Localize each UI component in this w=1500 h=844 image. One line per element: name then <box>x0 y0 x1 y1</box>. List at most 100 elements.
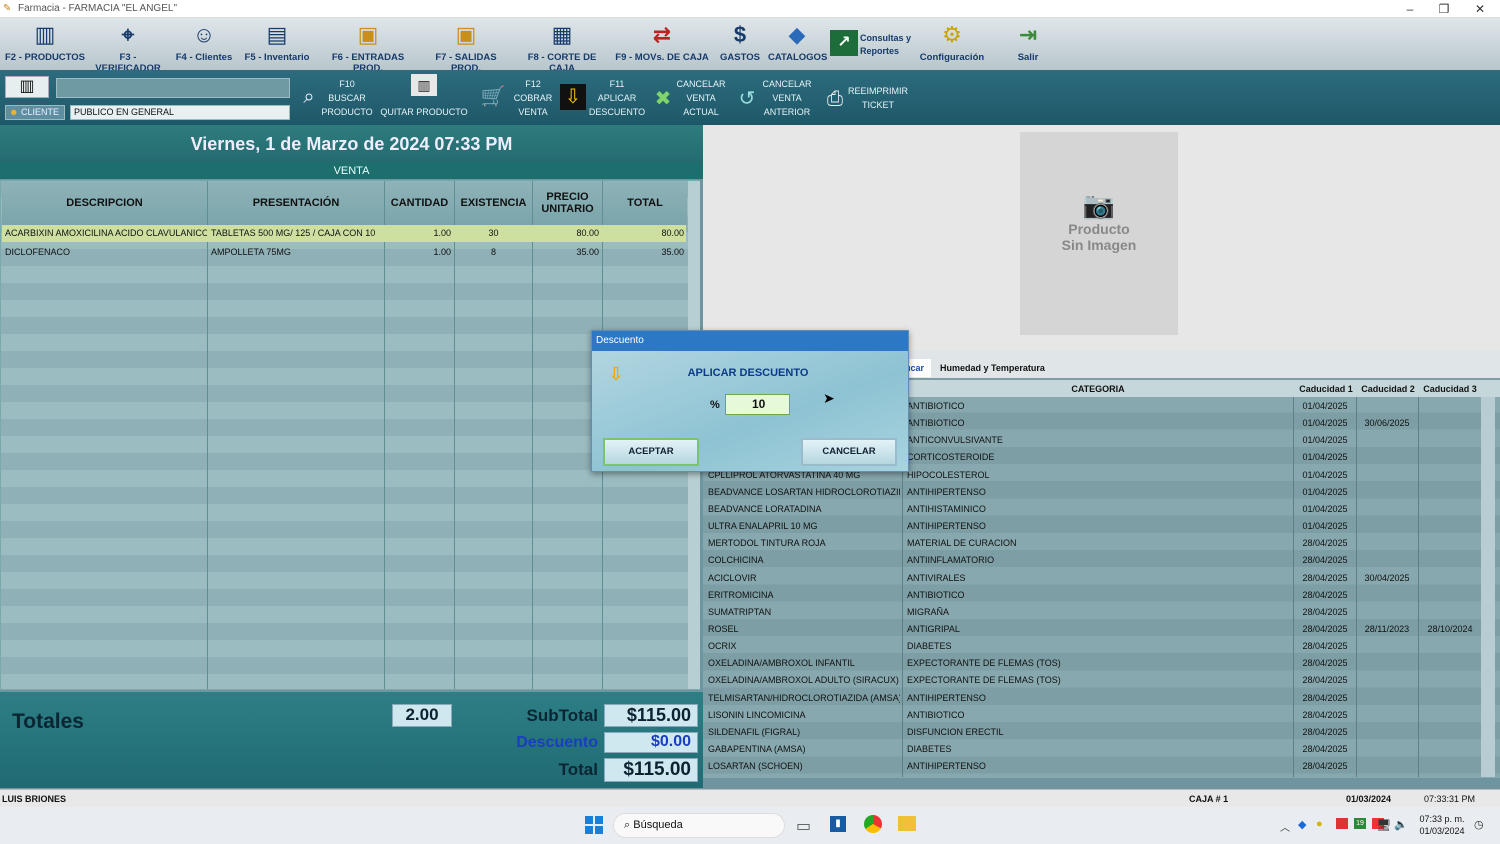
aplicar-descuento-button[interactable]: F11 APLICAR DESCUENTO <box>588 77 646 119</box>
restore-button[interactable]: ❐ <box>1432 1 1456 17</box>
tab-humedad[interactable]: Humedad y Temperatura <box>935 359 1055 377</box>
cell-precio[interactable]: 80.00 <box>533 225 599 242</box>
product-cell[interactable]: ANTIGRIPAL <box>907 621 1291 638</box>
tray-badge[interactable]: 19 <box>1354 818 1366 829</box>
product-cell[interactable]: ANTIHIPERTENSO <box>907 758 1291 775</box>
cell-presentacion[interactable]: AMPOLLETA 75MG <box>211 244 383 261</box>
salir-button[interactable]: ⇥ Salir <box>1006 20 1050 68</box>
movs-caja-button[interactable]: ⇄ F9 - MOVs. DE CAJA <box>614 20 710 68</box>
col-caducidad3[interactable]: Caducidad 3 <box>1420 381 1480 397</box>
minimize-button[interactable]: – <box>1398 1 1422 17</box>
product-cell[interactable]: EXPECTORANTE DE FLEMAS (TOS) <box>907 655 1291 672</box>
inventario-button[interactable]: ▤ F5 - Inventario <box>240 20 314 68</box>
consultas-button[interactable]: ↗ Consultas y Reportes <box>830 20 914 68</box>
product-cell[interactable]: 28/04/2025 <box>1296 570 1354 587</box>
col-total[interactable]: TOTAL <box>603 181 687 225</box>
product-cell[interactable]: MIGRAÑA <box>907 604 1291 621</box>
cliente-field[interactable]: PUBLICO EN GENERAL <box>70 105 290 120</box>
tray-app-icon[interactable]: ● <box>1316 818 1323 830</box>
cancelar-venta-anterior-button[interactable]: CANCELAR VENTA ANTERIOR <box>758 77 816 119</box>
product-cell[interactable]: 28/04/2025 <box>1296 724 1354 741</box>
product-cell[interactable]: ANTIVIRALES <box>907 570 1291 587</box>
product-cell[interactable]: 01/04/2025 <box>1296 484 1354 501</box>
col-presentacion[interactable]: PRESENTACIÓN <box>208 181 384 225</box>
cliente-button[interactable]: ☻ CLIENTE <box>5 105 65 120</box>
cell-total[interactable]: 80.00 <box>603 225 684 242</box>
notification-icon[interactable]: ◷ <box>1474 818 1484 831</box>
product-cell[interactable]: 28/04/2025 <box>1296 707 1354 724</box>
productos-button[interactable]: ▥ F2 - PRODUCTOS <box>4 20 86 68</box>
product-cell[interactable]: OCRIX <box>708 638 900 655</box>
cell-presentacion[interactable]: TABLETAS 500 MG/ 125 / CAJA CON 10 <box>211 225 383 242</box>
chrome-icon[interactable] <box>864 815 882 833</box>
taskbar-search[interactable]: ⌕ Búsqueda <box>613 813 785 838</box>
product-cell[interactable]: 28/04/2025 <box>1296 741 1354 758</box>
product-cell[interactable]: ACICLOVIR <box>708 570 900 587</box>
product-cell[interactable]: ANTIHIPERTENSO <box>907 518 1291 535</box>
product-cell[interactable]: ANTIBIOTICO <box>907 707 1291 724</box>
product-cell[interactable]: GABAPENTINA (AMSA) <box>708 741 900 758</box>
product-cell[interactable]: ANTIHISTAMINICO <box>907 501 1291 518</box>
product-cell[interactable]: ROSEL <box>708 621 900 638</box>
gastos-button[interactable]: $ GASTOS <box>718 20 762 68</box>
col-existencia[interactable]: EXISTENCIA <box>455 181 532 225</box>
product-cell[interactable]: ANTICONVULSIVANTE <box>907 432 1291 449</box>
barcode-input[interactable] <box>56 78 290 98</box>
product-cell[interactable]: CORTICOSTEROIDE <box>907 449 1291 466</box>
product-cell[interactable]: 28/04/2025 <box>1296 604 1354 621</box>
col-caducidad1[interactable]: Caducidad 1 <box>1296 381 1356 397</box>
product-cell[interactable]: 28/04/2025 <box>1296 690 1354 707</box>
col-descripcion[interactable]: DESCRIPCION <box>2 181 207 225</box>
product-cell[interactable]: DIABETES <box>907 638 1291 655</box>
product-cell[interactable]: TELMISARTAN/HIDROCLOROTIAZIDA (AMSA) <box>708 690 900 707</box>
product-cell[interactable]: 28/04/2025 <box>1296 655 1354 672</box>
product-cell[interactable]: OXELADINA/AMBROXOL INFANTIL <box>708 655 900 672</box>
product-cell[interactable]: 01/04/2025 <box>1296 449 1354 466</box>
product-cell[interactable]: ANTIHIPERTENSO <box>907 484 1291 501</box>
network-icon[interactable]: 🖥 <box>1376 818 1391 832</box>
volume-icon[interactable]: 🔈 <box>1394 818 1408 831</box>
cell-descripcion[interactable]: DICLOFENACO <box>5 244 207 261</box>
configuracion-button[interactable]: ⚙ Configuración <box>916 20 988 68</box>
shield-icon[interactable]: ◆ <box>1298 818 1306 831</box>
product-cell[interactable]: LISONIN LINCOMICINA <box>708 707 900 724</box>
product-cell[interactable]: ANTIHIPERTENSO <box>907 690 1291 707</box>
product-cell[interactable]: 28/04/2025 <box>1296 758 1354 775</box>
cell-cantidad[interactable]: 1.00 <box>385 225 451 242</box>
product-cell[interactable]: BEADVANCE LOSARTAN HIDROCLOROTIAZIDA 5 <box>708 484 900 501</box>
product-cell[interactable]: OXELADINA/AMBROXOL ADULTO (SIRACUX) <box>708 672 900 689</box>
product-cell[interactable]: 28/04/2025 <box>1296 552 1354 569</box>
cancelar-button[interactable]: CANCELAR <box>801 438 897 466</box>
col-cantidad[interactable]: CANTIDAD <box>385 181 454 225</box>
corte-caja-button[interactable]: ▦ F8 - CORTE DE CAJA <box>514 20 610 74</box>
entradas-button[interactable]: ▣ F6 - ENTRADAS PROD. <box>318 20 418 74</box>
product-cell[interactable]: BEADVANCE LORATADINA <box>708 501 900 518</box>
app-icon[interactable]: ▮ <box>830 816 846 832</box>
cell-total[interactable]: 35.00 <box>603 244 684 261</box>
salidas-button[interactable]: ▣ F7 - SALIDAS PROD. <box>420 20 512 74</box>
product-cell[interactable]: 28/04/2025 <box>1296 587 1354 604</box>
cell-descripcion[interactable]: ACARBIXIN AMOXICILINA ACIDO CLAVULANICO <box>5 225 207 242</box>
folder-icon[interactable] <box>898 816 916 831</box>
product-cell[interactable]: HIPOCOLESTEROL <box>907 467 1291 484</box>
cancelar-venta-actual-button[interactable]: CANCELAR VENTA ACTUAL <box>674 77 728 119</box>
product-cell[interactable]: 01/04/2025 <box>1296 467 1354 484</box>
product-cell[interactable]: ANTIBIOTICO <box>907 415 1291 432</box>
product-cell[interactable]: SUMATRIPTAN <box>708 604 900 621</box>
product-cell[interactable]: 01/04/2025 <box>1296 501 1354 518</box>
cell-cantidad[interactable]: 1.00 <box>385 244 451 261</box>
product-list-scrollbar[interactable] <box>1481 397 1495 777</box>
col-categoria[interactable]: CATEGORIA <box>903 381 1293 397</box>
clock[interactable]: 07:33 p. m. 01/03/2024 <box>1412 813 1472 837</box>
product-cell[interactable]: 30/06/2025 <box>1358 415 1416 432</box>
product-cell[interactable]: 28/04/2025 <box>1296 621 1354 638</box>
product-cell[interactable]: 30/04/2025 <box>1358 570 1416 587</box>
product-cell[interactable]: 28/10/2024 <box>1420 621 1480 638</box>
product-cell[interactable]: ERITROMICINA <box>708 587 900 604</box>
product-cell[interactable]: ANTIBIOTICO <box>907 398 1291 415</box>
aceptar-button[interactable]: ACEPTAR <box>603 438 699 466</box>
product-cell[interactable]: DIABETES <box>907 741 1291 758</box>
product-cell[interactable]: DISFUNCION ERECTIL <box>907 724 1291 741</box>
cell-existencia[interactable]: 30 <box>455 225 532 242</box>
product-cell[interactable]: LOSARTAN (SCHOEN) <box>708 758 900 775</box>
